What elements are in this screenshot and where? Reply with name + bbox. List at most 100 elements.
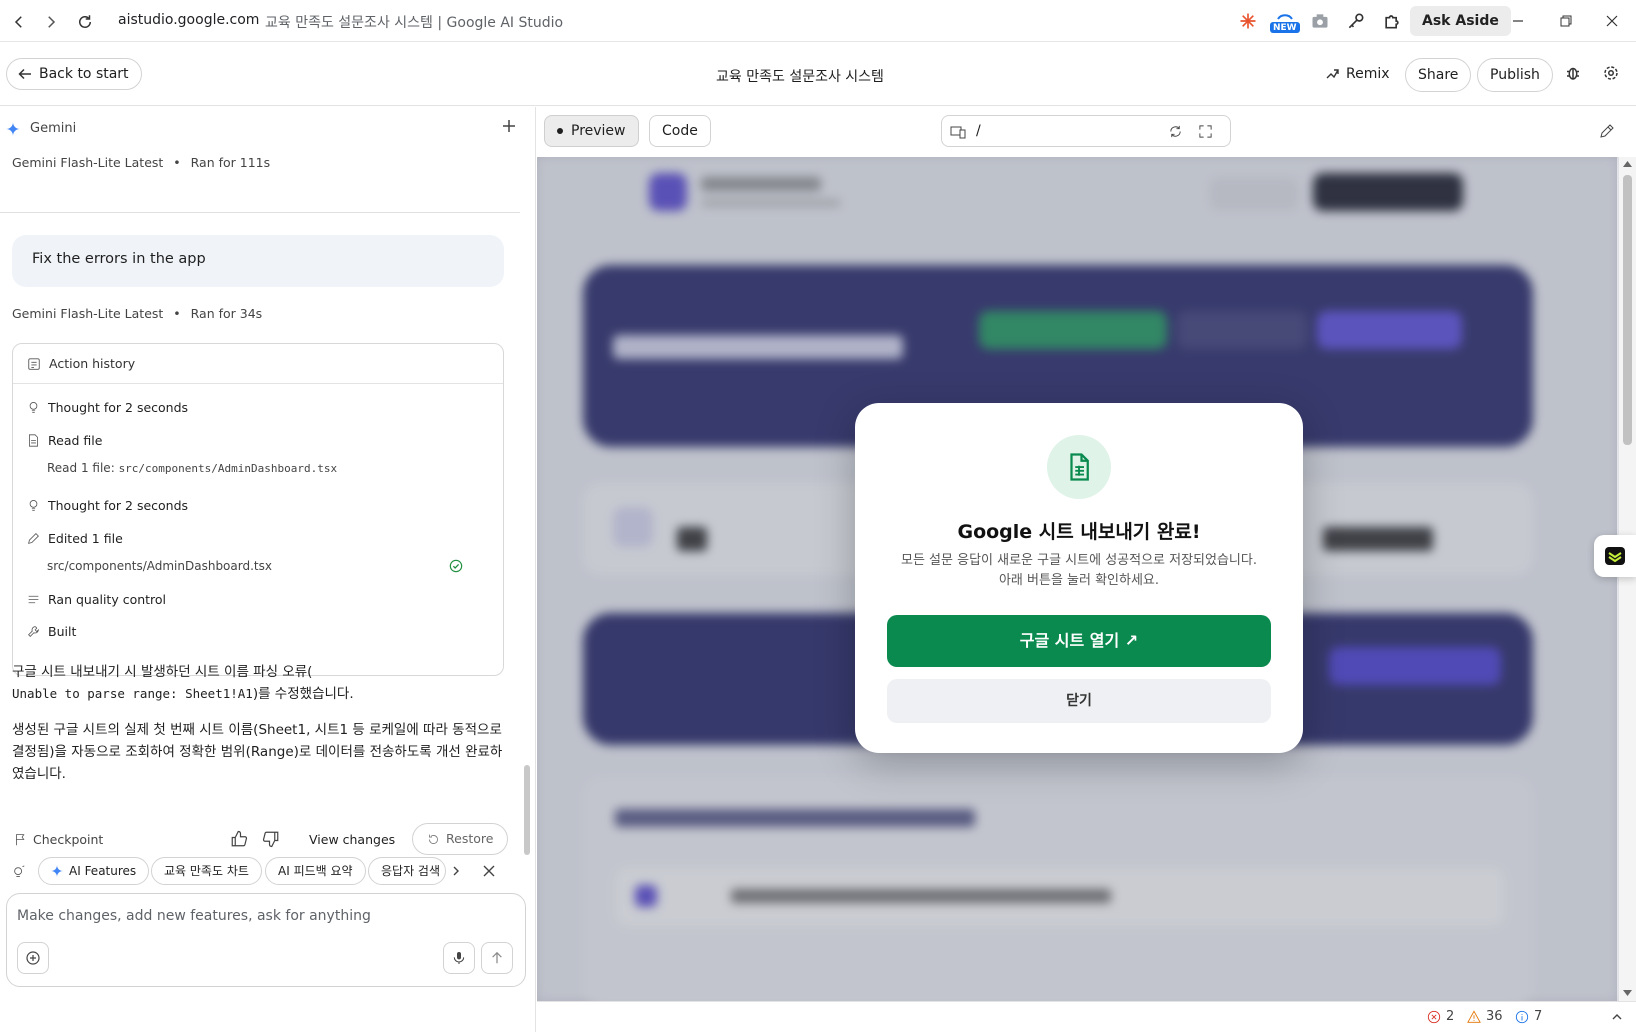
publish-button[interactable]: Publish: [1477, 58, 1553, 92]
action-history-header[interactable]: Action history: [13, 344, 503, 384]
refresh-preview-icon[interactable]: [1168, 124, 1183, 139]
open-google-sheet-button[interactable]: 구글 시트 열기 ↗: [887, 615, 1271, 667]
extensions-puzzle-icon[interactable]: [1382, 10, 1402, 32]
reload-icon[interactable]: [74, 11, 96, 33]
checkpoint-button[interactable]: Checkpoint: [14, 832, 103, 847]
error-count-value: 2: [1446, 1009, 1455, 1024]
action-thought-1: Thought for 2 seconds: [27, 400, 188, 415]
scrollbar-thumb[interactable]: [524, 765, 530, 855]
restore-window-icon[interactable]: [1558, 10, 1574, 32]
error-circle-icon: [1427, 1010, 1441, 1024]
view-changes-link[interactable]: View changes: [309, 832, 395, 847]
warning-count[interactable]: 36: [1467, 1009, 1503, 1024]
edited-file-path[interactable]: src/components/AdminDashboard.tsx: [47, 559, 272, 573]
sparkle-extension-icon[interactable]: [1238, 10, 1258, 32]
side-widget-tab[interactable]: [1594, 535, 1636, 577]
info-count-value: 7: [1534, 1009, 1543, 1024]
model-name: Gemini Flash-Lite Latest: [12, 155, 164, 170]
modal-desc-line: 아래 버튼을 눌러 확인하세요.: [998, 573, 1160, 588]
gemini-label: Gemini: [30, 121, 77, 136]
lightbulb-icon: [27, 499, 40, 512]
response-text: 구글 시트 내보내기 시 발생하던 시트 이름 파싱 오류(: [12, 664, 313, 680]
send-arrow-icon[interactable]: [481, 942, 513, 974]
history-list-icon: [27, 357, 41, 371]
annotate-pen-icon[interactable]: [1599, 123, 1615, 139]
flag-icon: [14, 833, 27, 846]
run-meta-2: Gemini Flash-Lite Latest • Ran for 34s: [12, 306, 263, 321]
thumbs-down-icon[interactable]: [262, 830, 280, 848]
chip-respondent-search[interactable]: 응답자 검색: [368, 857, 446, 885]
app-preview-canvas: Google 시트 내보내기 완료! 모든 설문 응답이 새로운 구글 시트에 …: [537, 157, 1636, 1001]
action-built: Built: [27, 624, 76, 639]
scroll-down-arrow-icon[interactable]: [1623, 989, 1632, 997]
read-file-path[interactable]: src/components/AdminDashboard.tsx: [119, 462, 338, 475]
ask-aside-button[interactable]: Ask Aside: [1410, 6, 1511, 36]
thumbs-up-icon[interactable]: [230, 830, 248, 848]
share-button[interactable]: Share: [1405, 58, 1472, 92]
new-feature-icon[interactable]: NEW: [1268, 10, 1302, 33]
run-meta-1: Gemini Flash-Lite Latest • Ran for 111s: [12, 155, 271, 170]
run-duration: Ran for 34s: [190, 306, 263, 321]
action-edited-file: Edited 1 file: [27, 531, 123, 546]
action-label: Thought for 2 seconds: [48, 400, 189, 415]
chevron-right-icon[interactable]: [450, 865, 462, 877]
run-duration: Ran for 111s: [190, 155, 271, 170]
prompt-composer[interactable]: Make changes, add new features, ask for …: [6, 893, 526, 987]
key-icon[interactable]: [1346, 10, 1366, 32]
check-circle-icon: [449, 559, 463, 573]
settings-gear-icon[interactable]: [1602, 64, 1620, 82]
restore-arrow-icon: [427, 833, 440, 846]
action-quality-control: Ran quality control: [27, 592, 166, 607]
chip-satisfaction-chart[interactable]: 교육 만족도 차트: [151, 857, 262, 885]
read-file-sub-label: Read 1 file:: [47, 461, 115, 475]
app-header: Back to start 교육 만족도 설문조사 시스템 Remix Shar…: [0, 42, 1636, 106]
response-text: )를 수정했습니다.: [252, 686, 354, 702]
device-toggle-icon[interactable]: [950, 124, 966, 140]
tab-preview[interactable]: Preview: [544, 115, 639, 147]
chip-ai-feedback-summary[interactable]: AI 피드백 요약: [265, 857, 366, 885]
response-paragraph-1: 구글 시트 내보내기 시 발생하던 시트 이름 파싱 오류( Unable to…: [12, 661, 504, 705]
action-thought-2: Thought for 2 seconds: [27, 498, 188, 513]
address-bar-url[interactable]: aistudio.google.com: [118, 12, 259, 28]
chat-scrollbar[interactable]: [524, 155, 532, 865]
chip-ai-features[interactable]: AI Features: [38, 857, 150, 885]
warning-count-value: 36: [1486, 1009, 1503, 1024]
scroll-up-arrow-icon[interactable]: [1623, 160, 1632, 168]
microphone-icon[interactable]: [443, 942, 475, 974]
spreadsheet-file-icon: [1047, 435, 1111, 499]
add-attachment-icon[interactable]: [17, 942, 49, 974]
close-window-icon[interactable]: [1604, 10, 1620, 32]
tab-code[interactable]: Code: [649, 115, 711, 147]
model-name: Gemini Flash-Lite Latest: [12, 306, 164, 321]
response-inline-code: Unable to parse range: Sheet1!A1: [12, 686, 253, 701]
action-history-title: Action history: [49, 356, 136, 371]
chevron-up-icon[interactable]: [1611, 1011, 1623, 1023]
warning-triangle-icon: [1467, 1009, 1481, 1024]
gemini-header: Gemini: [6, 121, 76, 136]
minimize-icon[interactable]: [1510, 10, 1526, 32]
preview-url-path[interactable]: /: [976, 123, 981, 139]
back-arrow-icon[interactable]: [8, 11, 30, 33]
preview-scrollbar[interactable]: [1619, 157, 1636, 1001]
prompt-placeholder[interactable]: Make changes, add new features, ask for …: [17, 908, 371, 924]
preview-url-bar[interactable]: /: [941, 115, 1231, 147]
tab-preview-label: Preview: [571, 123, 626, 139]
forward-arrow-icon[interactable]: [40, 11, 62, 33]
read-file-detail: Read 1 file: src/components/AdminDashboa…: [47, 461, 337, 475]
close-modal-button[interactable]: 닫기: [887, 679, 1271, 723]
lightbulb-icon: [27, 401, 40, 414]
close-chips-icon[interactable]: [483, 865, 495, 877]
new-chat-plus-icon[interactable]: [502, 119, 516, 133]
scrollbar-thumb[interactable]: [1623, 175, 1632, 445]
chat-panel: Gemini Gemini Flash-Lite Latest • Ran fo…: [0, 107, 536, 1032]
suggestion-chips: AI Features 교육 만족도 차트 AI 피드백 요약 응답자 검색: [0, 853, 536, 891]
remix-label: Remix: [1346, 66, 1390, 82]
info-count[interactable]: 7: [1515, 1009, 1542, 1024]
restore-button[interactable]: Restore: [412, 823, 509, 855]
camera-icon[interactable]: [1310, 10, 1330, 32]
fullscreen-icon[interactable]: [1198, 124, 1213, 139]
bug-icon[interactable]: [1564, 64, 1582, 82]
remix-button[interactable]: Remix: [1324, 66, 1390, 82]
error-count[interactable]: 2: [1427, 1009, 1454, 1024]
action-history-card: Action history Thought for 2 seconds Rea…: [12, 343, 504, 676]
